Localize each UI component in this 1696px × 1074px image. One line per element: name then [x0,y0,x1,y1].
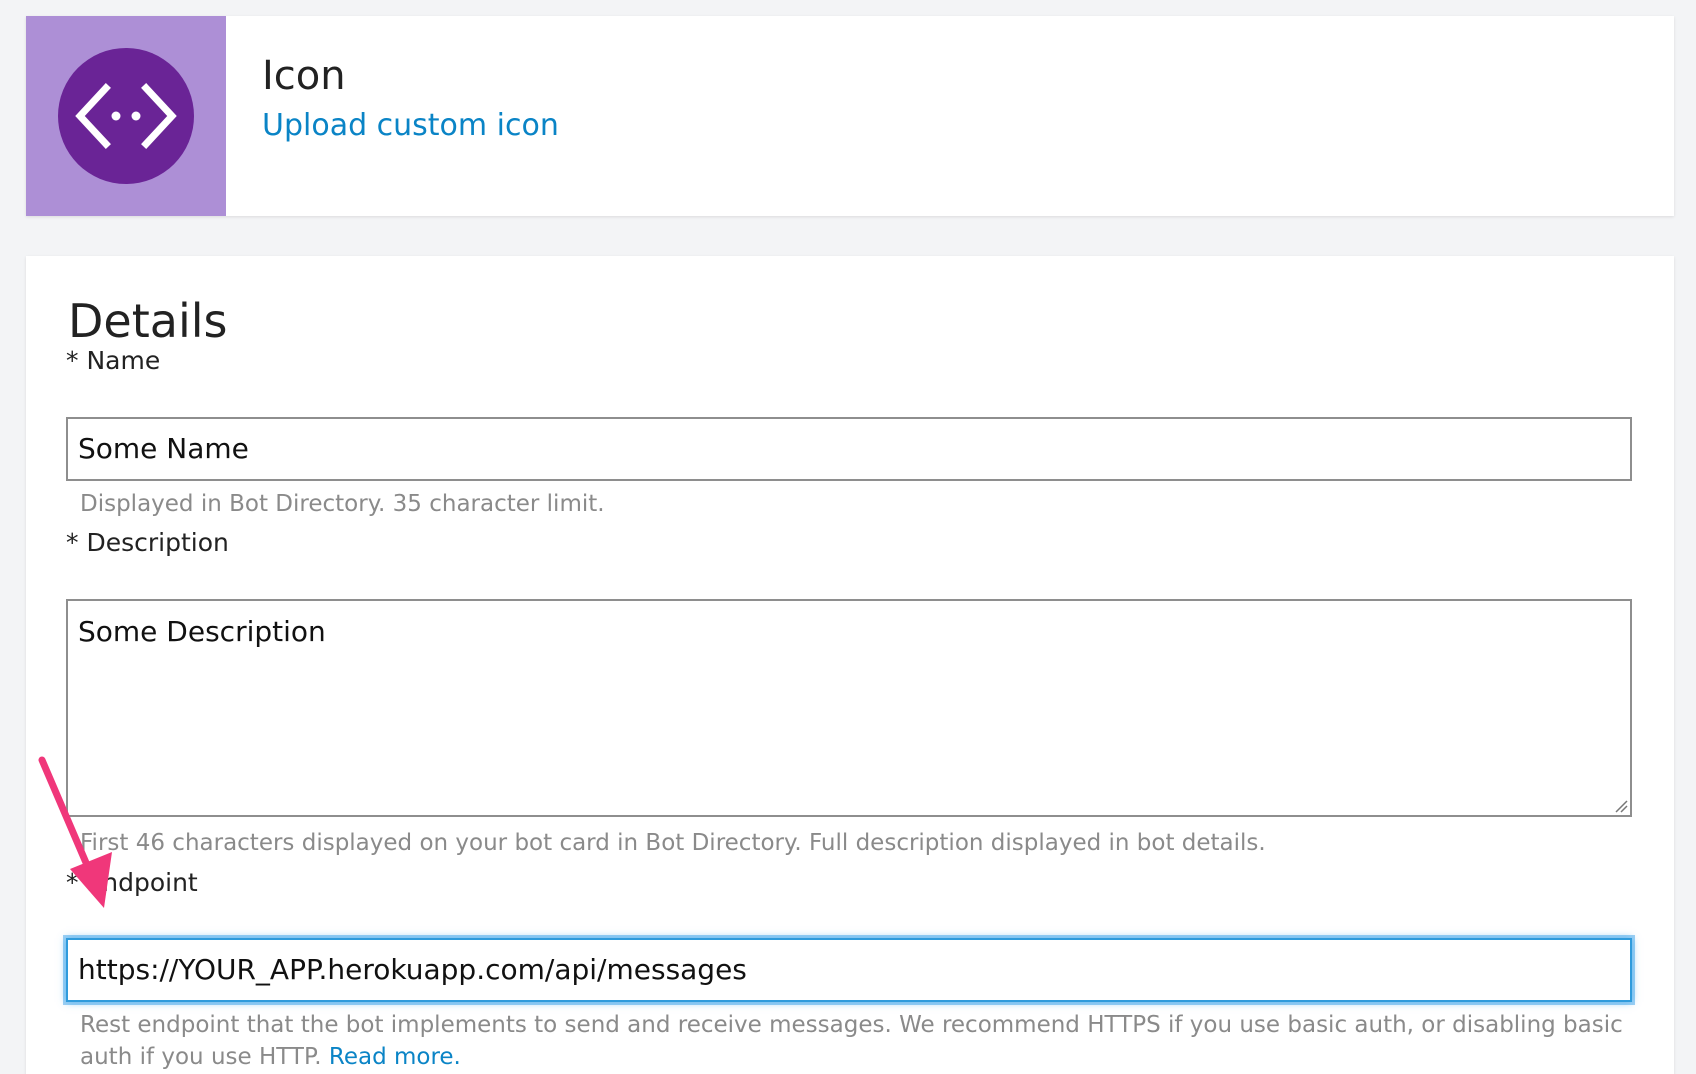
name-input[interactable]: Some Name [66,417,1632,481]
icon-text: Icon Upload custom icon [262,56,559,144]
description-label: * Description [66,528,229,557]
description-value: Some Description [78,615,326,648]
icon-section-title: Icon [262,53,346,99]
endpoint-label: * Endpoint [66,868,198,897]
bot-icon-tile [26,16,226,216]
name-label: * Name [66,346,161,375]
endpoint-help-text: Rest endpoint that the bot implements to… [80,1009,1640,1073]
endpoint-input[interactable]: https://YOUR_APP.herokuapp.com/api/messa… [66,938,1632,1002]
description-textarea[interactable]: Some Description [66,599,1632,817]
endpoint-help-body: Rest endpoint that the bot implements to… [80,1012,1623,1070]
upload-custom-icon-link[interactable]: Upload custom icon [262,108,559,143]
icon-card: Icon Upload custom icon [26,16,1674,216]
details-title: Details [68,294,228,348]
read-more-link[interactable]: Read more. [329,1044,461,1070]
name-help-text: Displayed in Bot Directory. 35 character… [80,491,605,517]
bot-settings-page: Icon Upload custom icon Details * Name S… [0,0,1696,1074]
resize-grip-icon[interactable] [1614,799,1628,813]
code-brackets-icon [58,48,194,184]
details-card: Details * Name Some Name Displayed in Bo… [26,256,1674,1074]
description-help-text: First 46 characters displayed on your bo… [80,830,1266,856]
